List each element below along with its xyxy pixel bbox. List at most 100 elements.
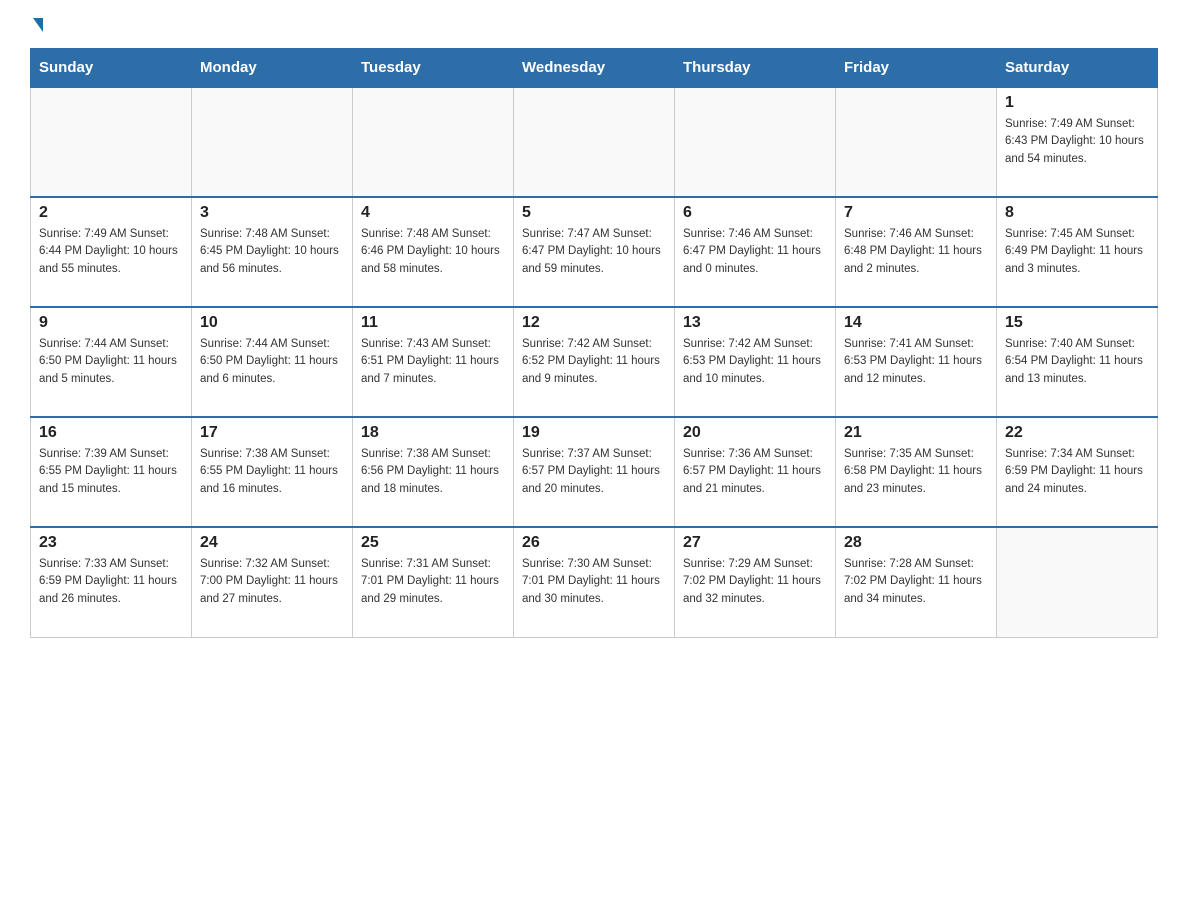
day-info: Sunrise: 7:42 AM Sunset: 6:53 PM Dayligh… xyxy=(683,336,827,388)
calendar-cell: 17 Sunrise: 7:38 AM Sunset: 6:55 PM Dayli… xyxy=(192,417,353,527)
calendar-cell: 8 Sunrise: 7:45 AM Sunset: 6:49 PM Daylig… xyxy=(997,197,1158,307)
day-info: Sunrise: 7:48 AM Sunset: 6:46 PM Dayligh… xyxy=(361,226,505,278)
calendar-cell: 16Sunrise: 7:39 AM Sunset: 6:55 PM Dayli… xyxy=(31,417,192,527)
day-number: 13 xyxy=(683,314,827,332)
calendar-cell: 19 Sunrise: 7:37 AM Sunset: 6:57 PM Dayli… xyxy=(514,417,675,527)
calendar-cell: 2 Sunrise: 7:49 AM Sunset: 6:44 PM Daylig… xyxy=(31,197,192,307)
calendar-cell xyxy=(836,87,997,197)
calendar-header-row: SundayMondayTuesdayWednesdayThursdayFrid… xyxy=(31,49,1158,88)
calendar-cell: 20 Sunrise: 7:36 AM Sunset: 6:57 PM Dayli… xyxy=(675,417,836,527)
day-info: Sunrise: 7:47 AM Sunset: 6:47 PM Dayligh… xyxy=(522,226,666,278)
calendar-cell: 5 Sunrise: 7:47 AM Sunset: 6:47 PM Daylig… xyxy=(514,197,675,307)
day-info: Sunrise: 7:42 AM Sunset: 6:52 PM Dayligh… xyxy=(522,336,666,388)
day-number: 16 xyxy=(39,424,183,442)
day-number: 19 xyxy=(522,424,666,442)
day-number: 28 xyxy=(844,534,988,552)
day-of-week-header: Friday xyxy=(836,49,997,88)
calendar-cell: 25Sunrise: 7:31 AM Sunset: 7:01 PM Dayli… xyxy=(353,527,514,637)
calendar-cell: 26Sunrise: 7:30 AM Sunset: 7:01 PM Dayli… xyxy=(514,527,675,637)
day-number: 22 xyxy=(1005,424,1149,442)
day-number: 23 xyxy=(39,534,183,552)
day-number: 9 xyxy=(39,314,183,332)
logo-arrow-icon xyxy=(33,18,43,32)
day-info: Sunrise: 7:41 AM Sunset: 6:53 PM Dayligh… xyxy=(844,336,988,388)
day-number: 8 xyxy=(1005,204,1149,222)
day-info: Sunrise: 7:36 AM Sunset: 6:57 PM Dayligh… xyxy=(683,446,827,498)
day-of-week-header: Sunday xyxy=(31,49,192,88)
day-number: 21 xyxy=(844,424,988,442)
day-of-week-header: Monday xyxy=(192,49,353,88)
day-info: Sunrise: 7:35 AM Sunset: 6:58 PM Dayligh… xyxy=(844,446,988,498)
calendar-cell: 4 Sunrise: 7:48 AM Sunset: 6:46 PM Daylig… xyxy=(353,197,514,307)
calendar-cell: 15 Sunrise: 7:40 AM Sunset: 6:54 PM Dayli… xyxy=(997,307,1158,417)
day-number: 15 xyxy=(1005,314,1149,332)
day-number: 18 xyxy=(361,424,505,442)
calendar-cell xyxy=(31,87,192,197)
calendar-cell xyxy=(997,527,1158,637)
day-number: 25 xyxy=(361,534,505,552)
week-row: 1 Sunrise: 7:49 AM Sunset: 6:43 PM Daylig… xyxy=(31,87,1158,197)
calendar-table: SundayMondayTuesdayWednesdayThursdayFrid… xyxy=(30,48,1158,638)
day-info: Sunrise: 7:48 AM Sunset: 6:45 PM Dayligh… xyxy=(200,226,344,278)
day-number: 1 xyxy=(1005,94,1149,112)
logo xyxy=(30,20,43,30)
day-info: Sunrise: 7:46 AM Sunset: 6:47 PM Dayligh… xyxy=(683,226,827,278)
day-number: 17 xyxy=(200,424,344,442)
week-row: 16Sunrise: 7:39 AM Sunset: 6:55 PM Dayli… xyxy=(31,417,1158,527)
day-number: 20 xyxy=(683,424,827,442)
day-number: 7 xyxy=(844,204,988,222)
day-of-week-header: Saturday xyxy=(997,49,1158,88)
calendar-cell xyxy=(675,87,836,197)
day-info: Sunrise: 7:28 AM Sunset: 7:02 PM Dayligh… xyxy=(844,556,988,608)
day-info: Sunrise: 7:43 AM Sunset: 6:51 PM Dayligh… xyxy=(361,336,505,388)
calendar-cell: 12 Sunrise: 7:42 AM Sunset: 6:52 PM Dayli… xyxy=(514,307,675,417)
day-number: 27 xyxy=(683,534,827,552)
calendar-cell: 11Sunrise: 7:43 AM Sunset: 6:51 PM Dayli… xyxy=(353,307,514,417)
calendar-cell: 7 Sunrise: 7:46 AM Sunset: 6:48 PM Daylig… xyxy=(836,197,997,307)
day-number: 2 xyxy=(39,204,183,222)
calendar-cell: 18 Sunrise: 7:38 AM Sunset: 6:56 PM Dayli… xyxy=(353,417,514,527)
calendar-cell xyxy=(514,87,675,197)
day-info: Sunrise: 7:38 AM Sunset: 6:56 PM Dayligh… xyxy=(361,446,505,498)
calendar-cell xyxy=(353,87,514,197)
calendar-cell: 6 Sunrise: 7:46 AM Sunset: 6:47 PM Daylig… xyxy=(675,197,836,307)
logo-text xyxy=(30,20,43,32)
day-info: Sunrise: 7:38 AM Sunset: 6:55 PM Dayligh… xyxy=(200,446,344,498)
day-info: Sunrise: 7:49 AM Sunset: 6:44 PM Dayligh… xyxy=(39,226,183,278)
day-number: 5 xyxy=(522,204,666,222)
calendar-cell xyxy=(192,87,353,197)
day-number: 26 xyxy=(522,534,666,552)
calendar-cell: 10Sunrise: 7:44 AM Sunset: 6:50 PM Dayli… xyxy=(192,307,353,417)
day-number: 6 xyxy=(683,204,827,222)
day-of-week-header: Tuesday xyxy=(353,49,514,88)
calendar-cell: 24 Sunrise: 7:32 AM Sunset: 7:00 PM Dayli… xyxy=(192,527,353,637)
day-info: Sunrise: 7:40 AM Sunset: 6:54 PM Dayligh… xyxy=(1005,336,1149,388)
day-info: Sunrise: 7:33 AM Sunset: 6:59 PM Dayligh… xyxy=(39,556,183,608)
day-of-week-header: Thursday xyxy=(675,49,836,88)
day-number: 3 xyxy=(200,204,344,222)
calendar-cell: 22Sunrise: 7:34 AM Sunset: 6:59 PM Dayli… xyxy=(997,417,1158,527)
week-row: 2 Sunrise: 7:49 AM Sunset: 6:44 PM Daylig… xyxy=(31,197,1158,307)
day-info: Sunrise: 7:29 AM Sunset: 7:02 PM Dayligh… xyxy=(683,556,827,608)
calendar-cell: 1 Sunrise: 7:49 AM Sunset: 6:43 PM Daylig… xyxy=(997,87,1158,197)
day-number: 14 xyxy=(844,314,988,332)
day-number: 24 xyxy=(200,534,344,552)
calendar-cell: 14 Sunrise: 7:41 AM Sunset: 6:53 PM Dayli… xyxy=(836,307,997,417)
week-row: 9 Sunrise: 7:44 AM Sunset: 6:50 PM Daylig… xyxy=(31,307,1158,417)
day-info: Sunrise: 7:44 AM Sunset: 6:50 PM Dayligh… xyxy=(39,336,183,388)
calendar-cell: 21 Sunrise: 7:35 AM Sunset: 6:58 PM Dayli… xyxy=(836,417,997,527)
calendar-cell: 9 Sunrise: 7:44 AM Sunset: 6:50 PM Daylig… xyxy=(31,307,192,417)
calendar-cell: 27 Sunrise: 7:29 AM Sunset: 7:02 PM Dayli… xyxy=(675,527,836,637)
day-info: Sunrise: 7:46 AM Sunset: 6:48 PM Dayligh… xyxy=(844,226,988,278)
day-info: Sunrise: 7:32 AM Sunset: 7:00 PM Dayligh… xyxy=(200,556,344,608)
day-number: 4 xyxy=(361,204,505,222)
day-info: Sunrise: 7:45 AM Sunset: 6:49 PM Dayligh… xyxy=(1005,226,1149,278)
week-row: 23 Sunrise: 7:33 AM Sunset: 6:59 PM Dayli… xyxy=(31,527,1158,637)
calendar-cell: 13 Sunrise: 7:42 AM Sunset: 6:53 PM Dayli… xyxy=(675,307,836,417)
page-header xyxy=(30,20,1158,30)
day-info: Sunrise: 7:37 AM Sunset: 6:57 PM Dayligh… xyxy=(522,446,666,498)
day-info: Sunrise: 7:49 AM Sunset: 6:43 PM Dayligh… xyxy=(1005,116,1149,168)
calendar-cell: 23 Sunrise: 7:33 AM Sunset: 6:59 PM Dayli… xyxy=(31,527,192,637)
day-info: Sunrise: 7:44 AM Sunset: 6:50 PM Dayligh… xyxy=(200,336,344,388)
day-number: 12 xyxy=(522,314,666,332)
